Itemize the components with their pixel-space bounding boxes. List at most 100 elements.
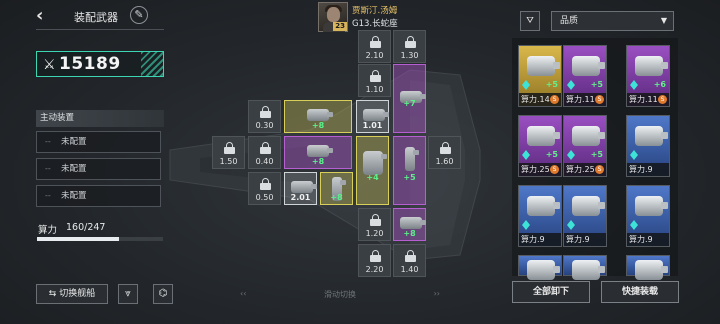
weapon-icon bbox=[527, 56, 560, 76]
weapon-icon bbox=[307, 109, 333, 121]
inventory-weapon-card[interactable] bbox=[518, 255, 562, 280]
computing-cost-label: 算力.9 bbox=[627, 163, 669, 176]
locked-slot[interactable]: 1.20 bbox=[358, 208, 391, 241]
slot-cost: 1.50 bbox=[219, 157, 238, 166]
computing-cost-label: 算力.9 bbox=[627, 233, 669, 246]
weapon-icon bbox=[635, 260, 668, 280]
locked-slot[interactable]: 0.30 bbox=[248, 100, 281, 133]
captain-level-badge: 23 bbox=[333, 22, 347, 31]
inventory-weapon-card[interactable]: +6 算力.11 S bbox=[626, 45, 670, 107]
slot-cost: 1.20 bbox=[365, 229, 384, 238]
locked-slot[interactable]: 0.50 bbox=[248, 172, 281, 205]
gem-icon bbox=[522, 220, 530, 230]
slot-dash: -- bbox=[45, 191, 51, 200]
fleet-emblem-icon[interactable]: ⌬ bbox=[153, 284, 173, 304]
lock-icon bbox=[260, 142, 271, 154]
inventory-weapon-card[interactable]: 算力.9 bbox=[626, 185, 670, 247]
slot-cost: 1.10 bbox=[365, 85, 384, 94]
equipped-weapon-slot[interactable]: 2.01 bbox=[284, 172, 317, 205]
edit-icon[interactable]: ✎ bbox=[130, 6, 148, 24]
equipped-weapon-slot[interactable]: 1.01 bbox=[356, 100, 389, 133]
lock-icon bbox=[370, 214, 381, 226]
quality-dropdown-label: 品质 bbox=[560, 16, 579, 26]
wing-emblem-icon[interactable]: ⩔ bbox=[118, 284, 138, 304]
slot-cost: 1.01 bbox=[362, 121, 383, 130]
inventory-weapon-card[interactable]: +5 算力.25 S bbox=[563, 115, 607, 177]
active-slot-2[interactable]: -- 未配置 bbox=[36, 158, 161, 180]
switch-ship-label: 切换舰船 bbox=[59, 289, 96, 299]
upgrade-level: +5 bbox=[403, 173, 416, 182]
lock-icon bbox=[260, 106, 271, 118]
upgrade-level: +4 bbox=[366, 173, 379, 182]
gem-icon bbox=[630, 220, 638, 230]
active-slot-3[interactable]: -- 未配置 bbox=[36, 185, 161, 207]
gem-icon bbox=[630, 80, 638, 90]
weapon-icon bbox=[291, 181, 317, 193]
equipped-weapon-slot[interactable]: +4 bbox=[356, 136, 389, 205]
mark-badge-icon: S bbox=[595, 165, 604, 174]
inventory-weapon-card[interactable]: +5 算力.25 S bbox=[518, 115, 562, 177]
lock-icon bbox=[224, 142, 235, 154]
lock-icon bbox=[405, 36, 416, 48]
inventory-weapon-card[interactable]: 算力.9 bbox=[563, 185, 607, 247]
equipped-weapon-slot[interactable]: +8 bbox=[320, 172, 353, 205]
locked-slot[interactable]: 2.20 bbox=[358, 244, 391, 277]
upgrade-level: +7 bbox=[403, 99, 416, 108]
swipe-hint: ‹‹ 滑动切换 ›› bbox=[240, 289, 440, 300]
inventory-weapon-card[interactable]: 算力.9 bbox=[626, 115, 670, 177]
locked-slot[interactable]: 1.40 bbox=[393, 244, 426, 277]
weapon-icon bbox=[363, 151, 387, 175]
locked-slot[interactable]: 1.50 bbox=[212, 136, 245, 169]
mark-badge-icon: S bbox=[550, 165, 559, 174]
locked-slot[interactable]: 1.10 bbox=[358, 64, 391, 97]
unequip-all-button[interactable]: 全部卸下 bbox=[512, 281, 590, 303]
captain-avatar[interactable]: 23 bbox=[318, 2, 348, 32]
inventory-weapon-card[interactable] bbox=[626, 255, 670, 280]
slot-dash: -- bbox=[45, 137, 51, 146]
inventory-weapon-card[interactable]: +5 算力.14 S bbox=[518, 45, 562, 107]
chevron-left-icon: ‹‹ bbox=[240, 289, 247, 298]
computing-bar bbox=[37, 237, 163, 241]
slot-cost: 1.60 bbox=[435, 157, 454, 166]
equipped-weapon-slot[interactable]: +8 bbox=[393, 208, 426, 241]
equipped-weapon-slot[interactable]: +8 bbox=[284, 136, 352, 169]
locked-slot[interactable]: 2.10 bbox=[358, 30, 391, 63]
chevron-down-icon: ▼ bbox=[660, 16, 667, 25]
gem-icon bbox=[567, 80, 575, 90]
equipped-weapon-slot[interactable]: +7 bbox=[393, 64, 426, 133]
locked-slot[interactable]: 0.40 bbox=[248, 136, 281, 169]
slot-cost: 0.50 bbox=[255, 193, 274, 202]
inventory-weapon-card[interactable] bbox=[563, 255, 607, 280]
mark-badge-icon: S bbox=[550, 95, 559, 104]
switch-ship-button[interactable]: ⇆ 切换舰船 bbox=[36, 284, 108, 304]
weapon-icon bbox=[307, 145, 333, 157]
crossed-swords-icon: ⚔ bbox=[43, 57, 56, 73]
locked-slot[interactable]: 1.60 bbox=[428, 136, 461, 169]
weapon-icon bbox=[572, 260, 605, 280]
swipe-hint-label: 滑动切换 bbox=[324, 290, 356, 299]
locked-slot[interactable]: 1.30 bbox=[393, 30, 426, 63]
active-slot-1[interactable]: -- 未配置 bbox=[36, 131, 161, 153]
slot-cost: 2.01 bbox=[290, 193, 311, 202]
active-equip-title: 主动装置 bbox=[36, 110, 164, 127]
equipped-weapon-slot[interactable]: +8 bbox=[284, 100, 352, 133]
slot-cost: 0.40 bbox=[255, 157, 274, 166]
quick-equip-button[interactable]: 快捷装载 bbox=[601, 281, 679, 303]
weapon-icon bbox=[635, 126, 668, 146]
chevron-right-icon: ›› bbox=[433, 289, 440, 298]
computing-label: 算力 bbox=[38, 225, 58, 236]
gem-icon bbox=[567, 220, 575, 230]
equipped-weapon-slot[interactable]: +5 bbox=[393, 136, 426, 205]
quality-dropdown[interactable]: 品质 ▼ bbox=[551, 11, 674, 31]
ship-equip-screen: ‹ 装配武器 ✎ 23 贾斯汀.汤姆 G13.长蛇座 ⚔ 15189 主动装置 … bbox=[0, 0, 720, 324]
lock-icon bbox=[260, 178, 271, 190]
weapon-icon bbox=[572, 56, 605, 76]
inventory-weapon-card[interactable]: 算力.9 bbox=[518, 185, 562, 247]
upgrade-level: +8 bbox=[311, 157, 325, 166]
gem-icon bbox=[567, 150, 575, 160]
slot-label: 未配置 bbox=[61, 191, 87, 201]
filter-icon[interactable]: ⛛ bbox=[520, 11, 540, 31]
weapon-icon bbox=[527, 260, 560, 280]
inventory-weapon-card[interactable]: +5 算力.11 S bbox=[563, 45, 607, 107]
back-arrow-icon[interactable]: ‹ bbox=[36, 6, 56, 26]
